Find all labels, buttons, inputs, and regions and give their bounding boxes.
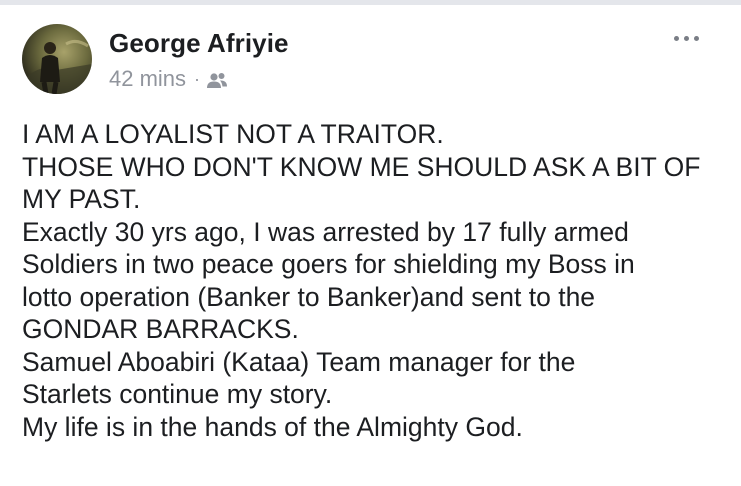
more-options-icon <box>693 35 699 41</box>
post-text-line: Exactly 30 yrs ago, I was arrested by 17… <box>22 216 629 247</box>
avatar[interactable] <box>22 24 92 94</box>
post-text-line: Starlets continue my story. <box>22 379 333 409</box>
post-text-line: MY PAST. <box>22 184 141 214</box>
top-divider <box>0 0 741 5</box>
friends-icon[interactable] <box>206 70 228 88</box>
more-options-button[interactable] <box>666 28 706 48</box>
post-text-line: I AM A LOYALIST NOT A TRAITOR. <box>22 119 444 149</box>
post-text-line: lotto operation (Banker to Banker)and se… <box>22 281 596 312</box>
post-text-line: Soldiers in two peace goers for shieldin… <box>22 249 635 279</box>
meta-separator: · <box>194 68 201 89</box>
post-body: I AM A LOYALIST NOT A TRAITOR. THOSE WHO… <box>22 118 722 443</box>
post-text-line: THOSE WHO DON'T KNOW ME SHOULD ASK A BIT… <box>22 151 701 182</box>
post-header: George Afriyie 42 mins · <box>22 24 722 100</box>
post-text-line: Samuel Aboabiri (Kataa) Team manager for… <box>22 346 576 377</box>
post-meta: 42 mins · <box>109 66 228 92</box>
post-timestamp[interactable]: 42 mins <box>109 66 186 92</box>
more-options-icon <box>683 35 689 41</box>
post-text-line: GONDAR BARRACKS. <box>22 314 299 344</box>
more-options-icon <box>673 35 679 41</box>
author-name[interactable]: George Afriyie <box>109 28 289 59</box>
post-text-line: My life is in the hands of the Almighty … <box>22 411 523 442</box>
